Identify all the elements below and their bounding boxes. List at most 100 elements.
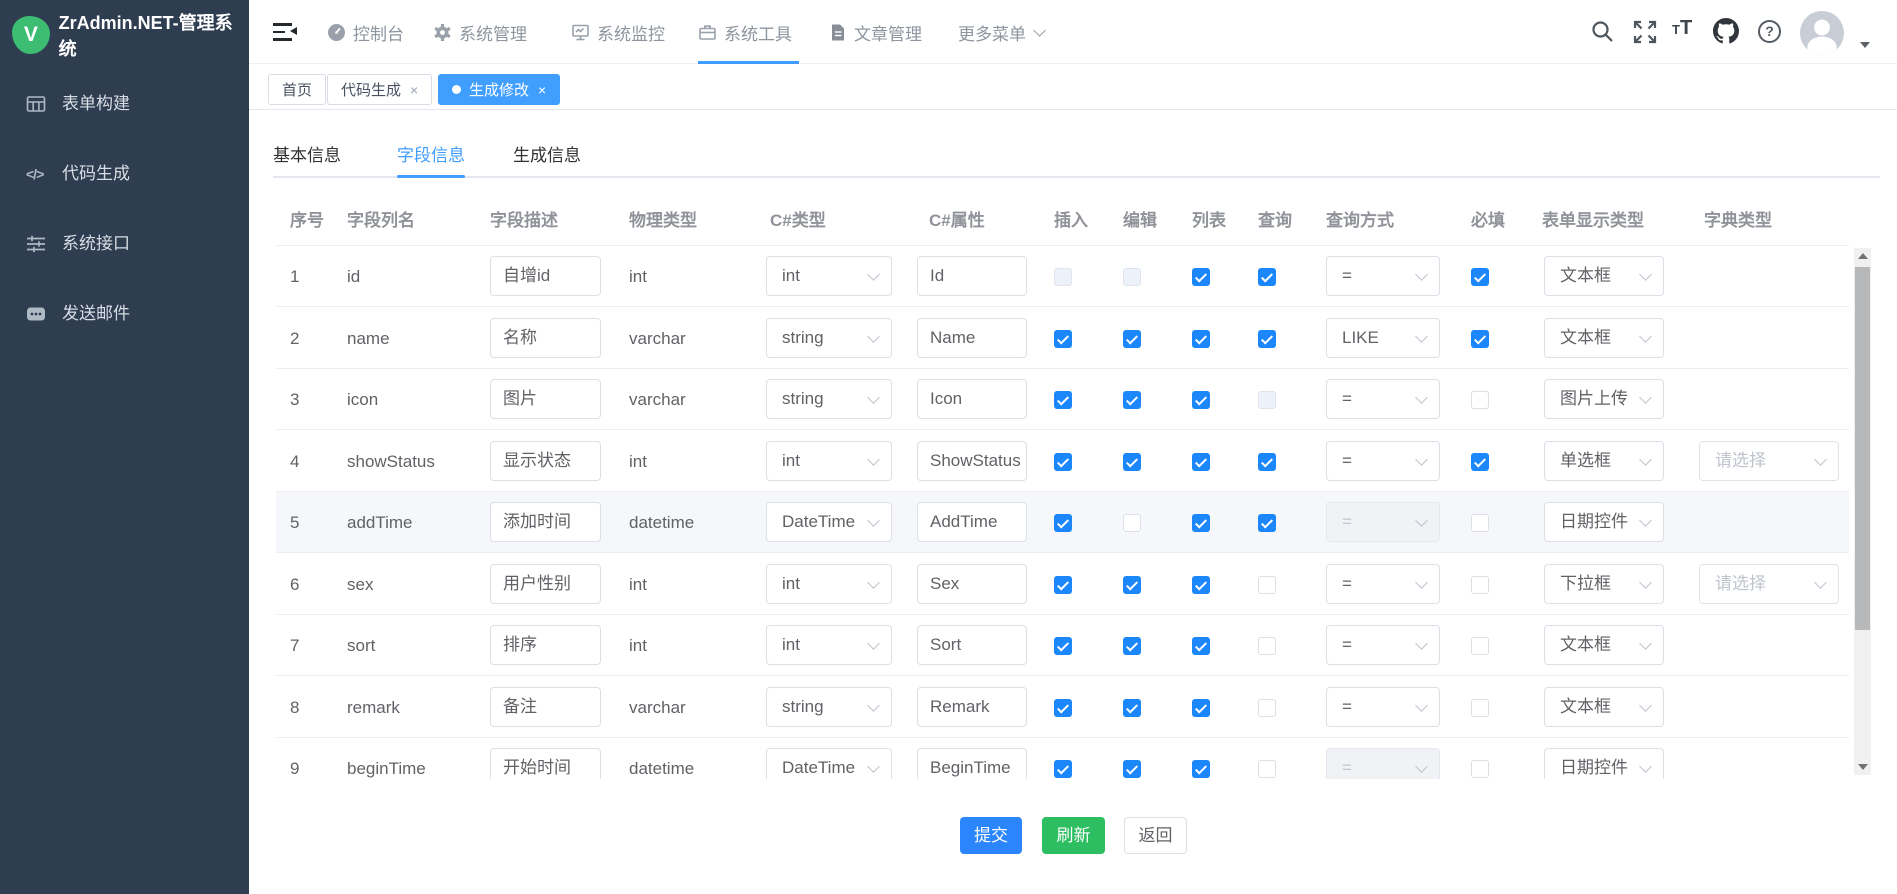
scrollbar-thumb[interactable] [1855,267,1870,630]
page-tab-home[interactable]: 首页 [268,74,326,105]
field-description-input[interactable]: 图片 [490,379,601,419]
cs-property-input[interactable]: Sex [917,564,1027,604]
topnav-item-article-management[interactable]: 文章管理 [828,0,922,64]
query-checkbox[interactable] [1258,453,1276,471]
cs-type-select[interactable]: int [766,625,892,665]
edit-checkbox[interactable] [1123,268,1141,286]
insert-checkbox[interactable] [1054,330,1072,348]
display-type-select[interactable]: 图片上传 [1544,379,1664,419]
query-checkbox[interactable] [1258,760,1276,778]
cs-property-input[interactable]: BeginTime [917,748,1027,779]
cs-property-input[interactable]: ShowStatus [917,441,1027,481]
query-checkbox[interactable] [1258,330,1276,348]
cs-property-input[interactable]: Id [917,256,1027,296]
required-checkbox[interactable] [1471,330,1489,348]
field-description-input[interactable]: 名称 [490,318,601,358]
query-mode-select[interactable]: = [1326,379,1440,419]
cs-type-select[interactable]: int [766,441,892,481]
cs-property-input[interactable]: Name [917,318,1027,358]
edit-checkbox[interactable] [1123,514,1141,532]
list-checkbox[interactable] [1192,576,1210,594]
scroll-up-button[interactable] [1854,248,1871,264]
topnav-item-more-menu[interactable]: 更多菜单 [958,0,1042,64]
refresh-button[interactable]: 刷新 [1042,817,1105,854]
font-size-icon[interactable]: TT [1672,17,1698,43]
display-type-select[interactable]: 日期控件 [1544,502,1664,542]
field-description-input[interactable]: 排序 [490,625,601,665]
list-checkbox[interactable] [1192,514,1210,532]
edit-checkbox[interactable] [1123,576,1141,594]
display-type-select[interactable]: 文本框 [1544,256,1664,296]
back-button[interactable]: 返回 [1124,817,1187,854]
collapse-menu-icon[interactable] [273,21,297,43]
required-checkbox[interactable] [1471,391,1489,409]
insert-checkbox[interactable] [1054,391,1072,409]
query-checkbox[interactable] [1258,637,1276,655]
insert-checkbox[interactable] [1054,699,1072,717]
edit-checkbox[interactable] [1123,391,1141,409]
required-checkbox[interactable] [1471,453,1489,471]
field-description-input[interactable]: 备注 [490,687,601,727]
query-mode-select[interactable]: = [1326,564,1440,604]
query-mode-select[interactable]: LIKE [1326,318,1440,358]
display-type-select[interactable]: 文本框 [1544,318,1664,358]
display-type-select[interactable]: 单选框 [1544,441,1664,481]
required-checkbox[interactable] [1471,637,1489,655]
query-mode-select[interactable]: = [1326,441,1440,481]
query-checkbox[interactable] [1258,514,1276,532]
topnav-item-system-tools[interactable]: 系统工具 [698,0,792,64]
close-icon[interactable]: × [410,82,418,98]
cs-property-input[interactable]: Icon [917,379,1027,419]
fullscreen-icon[interactable] [1632,19,1658,45]
required-checkbox[interactable] [1471,514,1489,532]
cs-type-select[interactable]: DateTime [766,748,892,779]
insert-checkbox[interactable] [1054,268,1072,286]
field-description-input[interactable]: 自增id [490,256,601,296]
edit-checkbox[interactable] [1123,330,1141,348]
query-mode-select[interactable]: = [1326,625,1440,665]
edit-checkbox[interactable] [1123,760,1141,778]
insert-checkbox[interactable] [1054,637,1072,655]
required-checkbox[interactable] [1471,699,1489,717]
cs-type-select[interactable]: DateTime [766,502,892,542]
display-type-select[interactable]: 日期控件 [1544,748,1664,779]
cs-type-select[interactable]: int [766,256,892,296]
search-icon[interactable] [1590,19,1616,45]
topnav-item-console[interactable]: 控制台 [327,0,404,64]
query-mode-select[interactable]: = [1326,502,1440,542]
close-icon[interactable]: × [538,82,546,98]
help-icon[interactable]: ? [1758,20,1784,46]
app-logo-row[interactable]: V ZrAdmin.NET-管理系统 [0,0,249,69]
dict-type-select[interactable]: 请选择 [1699,564,1839,604]
cs-property-input[interactable]: AddTime [917,502,1027,542]
query-checkbox[interactable] [1258,576,1276,594]
query-mode-select[interactable]: = [1326,687,1440,727]
query-checkbox[interactable] [1258,268,1276,286]
insert-checkbox[interactable] [1054,576,1072,594]
field-description-input[interactable]: 用户性别 [490,564,601,604]
sidebar-item-send-mail[interactable]: 发送邮件 [0,279,249,349]
list-checkbox[interactable] [1192,453,1210,471]
query-mode-select[interactable]: = [1326,256,1440,296]
tab-field-info[interactable]: 字段信息 [397,142,465,169]
list-checkbox[interactable] [1192,268,1210,286]
display-type-select[interactable]: 文本框 [1544,687,1664,727]
edit-checkbox[interactable] [1123,699,1141,717]
tab-generate-info[interactable]: 生成信息 [513,142,581,169]
insert-checkbox[interactable] [1054,453,1072,471]
sidebar-item-form-builder[interactable]: 表单构建 [0,69,249,139]
list-checkbox[interactable] [1192,391,1210,409]
cs-property-input[interactable]: Sort [917,625,1027,665]
sidebar-item-system-api[interactable]: 系统接口 [0,209,249,279]
required-checkbox[interactable] [1471,268,1489,286]
field-description-input[interactable]: 添加时间 [490,502,601,542]
cs-type-select[interactable]: string [766,318,892,358]
query-checkbox[interactable] [1258,391,1276,409]
cs-type-select[interactable]: int [766,564,892,604]
tab-basic-info[interactable]: 基本信息 [273,142,341,169]
page-tab-generate-edit[interactable]: 生成修改 × [438,74,560,105]
list-checkbox[interactable] [1192,760,1210,778]
list-checkbox[interactable] [1192,330,1210,348]
cs-property-input[interactable]: Remark [917,687,1027,727]
required-checkbox[interactable] [1471,760,1489,778]
